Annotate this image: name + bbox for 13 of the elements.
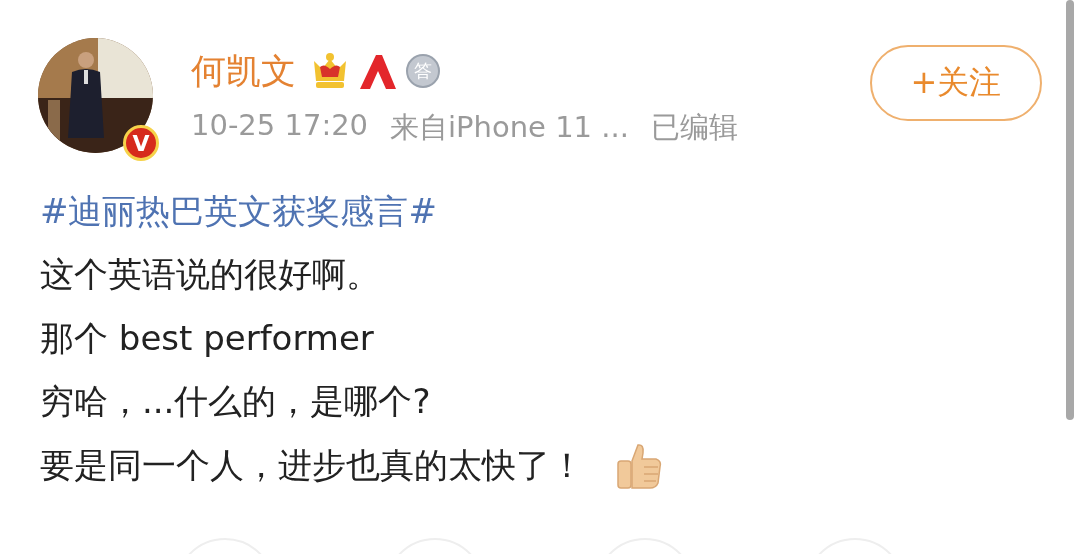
follow-button[interactable]: +关注 — [870, 45, 1042, 121]
post-text: 要是同一个人，进步也真的太快了！ — [40, 443, 584, 487]
verified-badge: V — [123, 125, 159, 161]
post-time: 10-25 17:20 — [191, 108, 369, 144]
author-name[interactable]: 何凯文 — [191, 47, 296, 95]
medal-icon: 答 — [406, 54, 440, 88]
post-source: 来自iPhone 11 ... — [390, 109, 629, 146]
post-text: 穷哈，...什么的，是哪个? — [40, 380, 431, 424]
hashtag-link[interactable]: #迪丽热巴英文获奖感言# — [40, 188, 437, 235]
post-text: 那个 best performer — [40, 316, 374, 360]
scrollbar[interactable] — [1066, 0, 1074, 420]
post-text: 这个英语说的很好啊。 — [40, 253, 380, 297]
edited-label[interactable]: 已编辑 — [650, 108, 738, 148]
